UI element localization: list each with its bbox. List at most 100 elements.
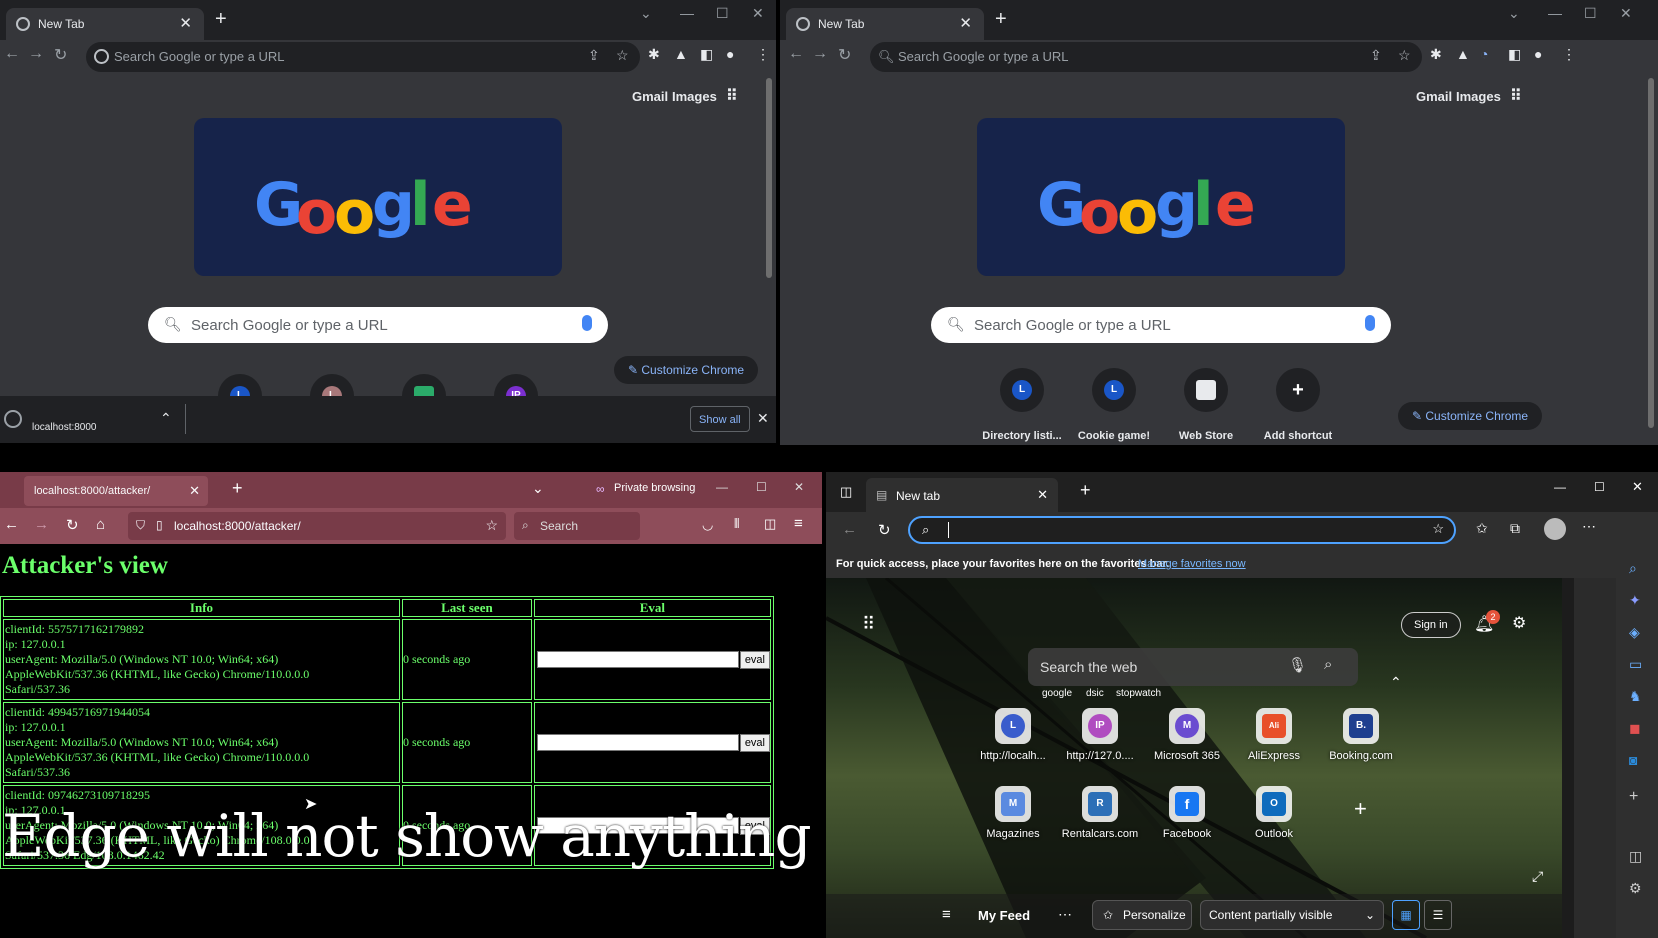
tab-actions-icon[interactable]: ◫ <box>840 484 852 500</box>
reload-icon[interactable]: ↻ <box>838 45 851 65</box>
quicklink-localhost[interactable]: Lhttp://localh... <box>970 708 1056 762</box>
new-tab-button[interactable]: + <box>232 478 243 499</box>
reload-icon[interactable]: ↻ <box>66 516 79 534</box>
suggestion-dsic[interactable]: dsic <box>1086 688 1104 699</box>
extensions-icon[interactable]: ✱ <box>648 46 660 63</box>
voice-search-icon[interactable] <box>582 315 592 331</box>
tab-search-icon[interactable]: ⌄ <box>640 5 652 22</box>
reload-icon[interactable]: ↻ <box>878 521 891 539</box>
eval-input[interactable] <box>536 651 739 668</box>
grid-layout-icon[interactable]: ▦ <box>1392 900 1420 930</box>
forward-icon[interactable]: → <box>812 45 828 63</box>
google-doodle[interactable]: G o o g l e <box>194 118 562 276</box>
address-bar[interactable]: ⌕ ☆ <box>908 516 1456 544</box>
forward-icon[interactable]: → <box>34 516 49 533</box>
close-window-button[interactable]: ✕ <box>1620 5 1632 22</box>
scrollbar-thumb[interactable] <box>1648 78 1654 428</box>
omnibox[interactable]: 🔍︎ Search Google or type a URL ⇪ ☆ <box>870 42 1422 72</box>
quicklink-booking[interactable]: B. Booking.com <box>1318 708 1404 762</box>
menu-icon[interactable]: ⋮ <box>756 46 770 63</box>
feed-menu-icon[interactable]: ≡ <box>942 906 951 923</box>
reload-icon[interactable]: ↻ <box>54 45 67 65</box>
shortcut-directory-listing[interactable]: L Directory listi... <box>977 368 1067 442</box>
share-icon[interactable]: ⇪ <box>588 47 600 64</box>
tab-new-tab[interactable]: New Tab ✕ <box>6 8 204 40</box>
back-icon[interactable]: ← <box>4 45 20 63</box>
chevron-up-icon[interactable]: ⌃ <box>160 410 172 427</box>
add-sidebar-icon[interactable]: + <box>1629 788 1638 806</box>
tab-search-icon[interactable]: ⌄ <box>1508 5 1520 22</box>
list-all-tabs-icon[interactable]: ⌄ <box>532 480 544 497</box>
collapse-chevron-icon[interactable]: ⌃ <box>1390 674 1402 691</box>
sign-in-button[interactable]: Sign in <box>1401 612 1461 638</box>
favorites-icon[interactable]: ✩ <box>1476 520 1488 537</box>
labs-icon[interactable]: ▲ <box>1456 46 1470 62</box>
eval-button[interactable]: eval <box>739 733 770 752</box>
gmail-link[interactable]: Gmail <box>1416 89 1452 104</box>
quicklink-aliexpress[interactable]: Ali AliExpress <box>1231 708 1317 762</box>
manage-favorites-link[interactable]: Manage favorites now <box>1138 558 1246 570</box>
voice-search-icon[interactable]: 🎙︎ <box>1288 656 1307 674</box>
customize-chrome-button[interactable]: ✎ Customize Chrome <box>1398 402 1543 430</box>
discover-sparkle-icon[interactable]: ✦ <box>1629 592 1641 609</box>
quicklink-magazines[interactable]: M Magazines <box>970 786 1056 840</box>
side-panel-icon[interactable]: ◧ <box>1508 46 1521 63</box>
suggestion-google[interactable]: google <box>1042 688 1072 699</box>
minimize-button[interactable]: — <box>716 480 728 494</box>
profile-icon[interactable]: ● <box>726 46 734 62</box>
apps-grid-icon[interactable]: ⠿ <box>726 86 738 106</box>
bookmark-star-icon[interactable]: ☆ <box>616 47 629 64</box>
settings-more-icon[interactable]: ⋯ <box>1582 518 1596 535</box>
quicklink-127[interactable]: IP http://127.0.... <box>1057 708 1143 762</box>
new-tab-button[interactable]: + <box>995 9 1007 29</box>
bookmark-star-icon[interactable]: ☆ <box>1398 47 1411 64</box>
extensions-icon[interactable]: ✱ <box>1430 46 1442 63</box>
forward-icon[interactable]: → <box>28 45 44 63</box>
scrollbar[interactable] <box>1646 74 1656 444</box>
search-icon[interactable]: ⌕ <box>1629 560 1637 577</box>
customize-chrome-button[interactable]: ✎ Customize Chrome <box>614 356 759 384</box>
pocket-icon[interactable]: ◡ <box>702 517 713 533</box>
maximize-button[interactable]: ☐ <box>716 5 729 22</box>
tab-new-tab[interactable]: New Tab ✕ <box>786 8 984 40</box>
profile-avatar[interactable] <box>1544 518 1566 540</box>
close-tab-icon[interactable]: ✕ <box>1037 487 1048 503</box>
download-filename[interactable]: localhost:8000 <box>32 422 97 433</box>
page-settings-gear-icon[interactable]: ⚙ <box>1512 613 1526 633</box>
side-panel-icon[interactable]: ◧ <box>700 46 713 63</box>
maximize-button[interactable]: ☐ <box>1584 5 1597 22</box>
add-quicklink-plus-icon[interactable]: + <box>1354 796 1367 822</box>
content-visibility-dropdown[interactable]: Content partially visible ⌄ <box>1200 900 1384 930</box>
quicklink-facebook[interactable]: f Facebook <box>1144 786 1230 840</box>
tools-icon[interactable]: ▭ <box>1629 656 1642 673</box>
back-icon[interactable]: ← <box>4 516 19 533</box>
google-search-box[interactable]: 🔍︎ Search Google or type a URL <box>931 307 1391 343</box>
personalize-button[interactable]: ✩ Personalize <box>1092 900 1192 930</box>
suggestion-stopwatch[interactable]: stopwatch <box>1116 688 1161 699</box>
new-tab-button[interactable]: + <box>1080 480 1091 501</box>
search-field[interactable]: ⌕ Search <box>514 512 640 540</box>
omnibox[interactable]: Search Google or type a URL ⇪ ☆ <box>86 42 640 72</box>
close-shelf-icon[interactable]: ✕ <box>757 410 769 427</box>
hide-sidebar-icon[interactable]: ◫ <box>1629 848 1642 865</box>
back-icon[interactable]: ← <box>788 45 804 63</box>
home-icon[interactable]: ⌂ <box>96 516 105 533</box>
add-favorite-icon[interactable]: ☆ <box>1432 521 1444 537</box>
shortcut-cookie-game[interactable]: L Cookie game! <box>1069 368 1159 442</box>
shortcut-add[interactable]: + Add shortcut <box>1253 368 1343 442</box>
close-tab-icon[interactable]: ✕ <box>189 483 200 499</box>
gmail-link[interactable]: Gmail <box>632 89 668 104</box>
scrollbar[interactable] <box>764 74 774 396</box>
images-link[interactable]: Images <box>672 89 717 104</box>
tab-attacker[interactable]: localhost:8000/attacker/ ✕ <box>24 476 208 506</box>
minimize-button[interactable]: — <box>1548 5 1562 21</box>
apps-grid-icon[interactable]: ⠿ <box>862 614 875 635</box>
url-bar[interactable]: ⛉ ▯ localhost:8000/attacker/ ☆ <box>128 512 506 540</box>
minimize-button[interactable]: — <box>680 5 694 21</box>
sidebar-settings-gear-icon[interactable]: ⚙ <box>1629 880 1642 897</box>
labs-icon[interactable]: ▲ <box>674 46 688 62</box>
web-search-box[interactable]: Search the web 🎙︎ ⌕ <box>1028 648 1358 686</box>
profile-icon[interactable]: ● <box>1534 46 1542 62</box>
new-tab-button[interactable]: + <box>215 9 227 29</box>
hamburger-menu-icon[interactable]: ≡ <box>794 515 803 532</box>
